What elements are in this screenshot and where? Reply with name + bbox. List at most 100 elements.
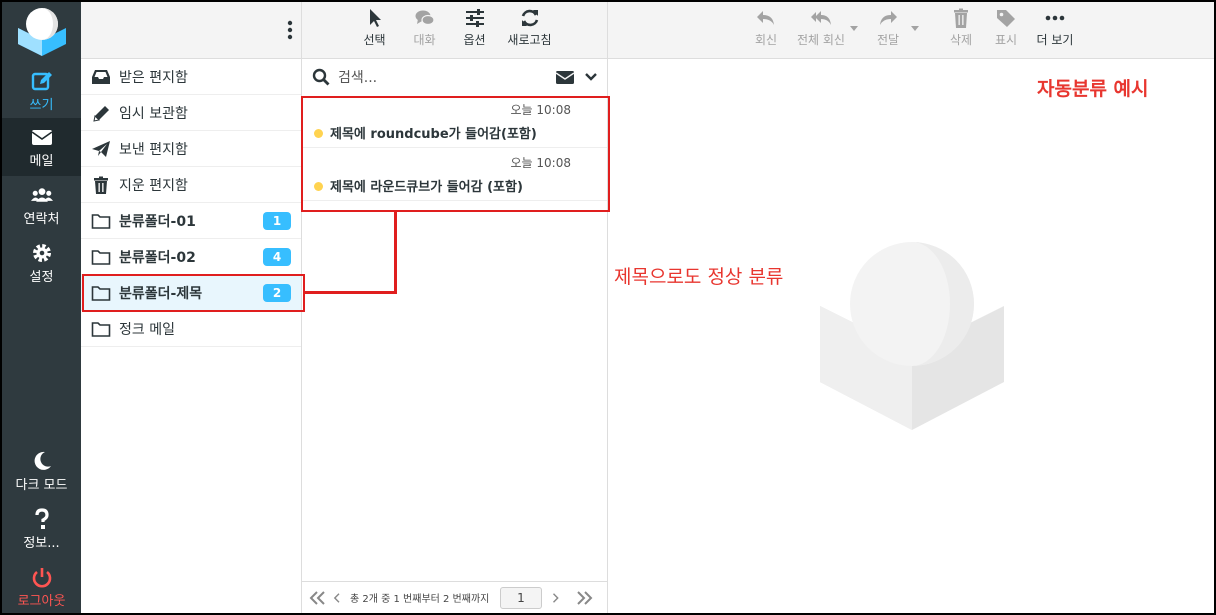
unread-count-badge: 1 xyxy=(263,211,291,230)
nav-settings-label: 설정 xyxy=(29,270,54,285)
pencil-icon xyxy=(93,105,109,122)
nav-about[interactable]: 정보... xyxy=(2,500,81,558)
folder-junk[interactable]: 정크 메일 xyxy=(81,311,301,347)
refresh-button[interactable]: 새로고침 xyxy=(502,2,558,58)
folder-drafts[interactable]: 임시 보관함 xyxy=(81,95,301,131)
reply-all-label: 전체 회신 xyxy=(797,33,845,47)
mark-button[interactable]: 표시 xyxy=(990,8,1022,48)
moon-icon xyxy=(34,451,51,470)
list-pager: 총 2개 중 1 번째부터 2 번째까지 1 xyxy=(302,581,607,613)
more-vertical-icon[interactable] xyxy=(287,20,293,40)
list-toolbar: 선택 대화 옵션 새로고침 xyxy=(302,2,607,59)
nav-logout-label: 로그아웃 xyxy=(17,594,66,609)
message-toolbar: 회신 전체 회신 전달 삭제 표시 더 보기 xyxy=(608,2,1214,59)
nav-compose[interactable]: 쓰기 xyxy=(2,62,81,120)
roundcube-logo-icon[interactable] xyxy=(16,6,68,58)
forward-dropdown-icon[interactable] xyxy=(911,26,919,31)
annotation-box-folder xyxy=(82,274,305,312)
refresh-label: 새로고침 xyxy=(507,33,552,47)
trash-icon xyxy=(94,176,108,194)
folder-label: 임시 보관함 xyxy=(119,105,188,122)
folder-inbox[interactable]: 받은 편지함 xyxy=(81,59,301,95)
app-window: 쓰기 메일 연락처 설정 다크 모드 정보... 로그아웃 받은 편지함 임시 … xyxy=(0,0,1216,615)
reply-all-dropdown-icon[interactable] xyxy=(850,26,858,31)
threads-label: 대화 xyxy=(413,33,436,47)
more-horizontal-icon xyxy=(1045,15,1065,21)
nav-about-label: 정보... xyxy=(23,536,60,551)
folder-icon xyxy=(91,213,111,229)
annotation-title: 자동분류 예시 xyxy=(1037,78,1149,100)
folder-icon xyxy=(91,249,111,265)
threads-button[interactable]: 대화 xyxy=(402,2,448,58)
envelope-filter-icon[interactable] xyxy=(555,69,575,85)
unread-count-badge: 4 xyxy=(263,247,291,266)
reply-label: 회신 xyxy=(754,33,778,47)
comments-icon xyxy=(415,10,435,26)
folder-icon xyxy=(91,321,111,337)
nav-mail-label: 메일 xyxy=(29,154,54,169)
folder-custom-02[interactable]: 분류폴더-02 4 xyxy=(81,239,301,275)
first-page-icon[interactable] xyxy=(308,590,328,606)
annotation-connector xyxy=(304,291,396,294)
message-list-pane: 선택 대화 옵션 새로고침 검색... 오늘 10:08 제목에 roundcu… xyxy=(302,2,608,613)
forward-label: 전달 xyxy=(876,33,900,47)
nav-contacts-label: 연락처 xyxy=(23,212,60,227)
search-icon xyxy=(312,68,330,86)
tag-icon xyxy=(997,10,1015,27)
folder-sent[interactable]: 보낸 편지함 xyxy=(81,131,301,167)
users-icon xyxy=(30,188,53,202)
select-label: 선택 xyxy=(363,33,386,47)
folder-trash[interactable]: 지운 편지함 xyxy=(81,167,301,203)
nav-logout[interactable]: 로그아웃 xyxy=(2,558,81,613)
folder-label: 정크 메일 xyxy=(119,321,175,338)
folder-label: 보낸 편지함 xyxy=(119,141,188,158)
sliders-icon xyxy=(465,9,484,27)
compose-icon xyxy=(31,72,52,91)
nav-dark-mode-label: 다크 모드 xyxy=(15,478,68,493)
forward-button[interactable]: 전달 xyxy=(870,8,906,48)
refresh-icon xyxy=(521,9,538,27)
options-label: 옵션 xyxy=(463,33,486,47)
nav-mail[interactable]: 메일 xyxy=(2,118,81,176)
mark-label: 표시 xyxy=(994,33,1018,47)
cursor-arrow-icon xyxy=(369,9,381,27)
reply-button[interactable]: 회신 xyxy=(746,8,786,48)
main-navigation: 쓰기 메일 연락처 설정 다크 모드 정보... 로그아웃 xyxy=(2,2,81,613)
delete-button[interactable]: 삭제 xyxy=(944,8,978,48)
reply-all-icon xyxy=(811,11,831,25)
more-button[interactable]: 더 보기 xyxy=(1032,8,1078,48)
options-button[interactable]: 옵션 xyxy=(452,2,498,58)
chevron-down-icon[interactable] xyxy=(585,72,597,82)
pager-info: 총 2개 중 1 번째부터 2 번째까지 xyxy=(350,594,490,605)
annotation-box-messages xyxy=(301,96,610,212)
folder-custom-01[interactable]: 분류폴더-01 1 xyxy=(81,203,301,239)
annotation-connector xyxy=(394,211,397,294)
previous-page-icon[interactable] xyxy=(332,590,346,606)
paper-plane-icon xyxy=(92,140,110,157)
gear-icon xyxy=(32,244,51,262)
annotation-note: 제목으로도 정상 분류 xyxy=(614,266,784,288)
nav-settings[interactable]: 설정 xyxy=(2,234,81,292)
last-page-icon[interactable] xyxy=(574,590,594,606)
select-button[interactable]: 선택 xyxy=(352,2,398,58)
trash-icon xyxy=(954,8,968,28)
search-bar[interactable]: 검색... xyxy=(302,59,607,95)
nav-dark-mode[interactable]: 다크 모드 xyxy=(2,442,81,500)
folder-label: 지운 편지함 xyxy=(119,177,188,194)
forward-icon xyxy=(880,11,897,25)
search-input[interactable]: 검색... xyxy=(338,67,555,87)
page-number-input[interactable]: 1 xyxy=(500,586,542,609)
nav-contacts[interactable]: 연락처 xyxy=(2,176,81,234)
folder-label: 분류폴더-02 xyxy=(119,249,196,266)
folder-label: 받은 편지함 xyxy=(119,69,188,86)
power-icon xyxy=(32,568,51,588)
reply-icon xyxy=(757,11,774,25)
envelope-icon xyxy=(31,130,52,145)
roundcube-watermark-icon xyxy=(820,242,1004,430)
reply-all-button[interactable]: 전체 회신 xyxy=(790,8,852,48)
folder-label: 분류폴더-01 xyxy=(119,213,196,230)
folder-pane-header xyxy=(81,2,301,59)
question-icon xyxy=(34,508,49,529)
next-page-icon[interactable] xyxy=(550,590,564,606)
inbox-icon xyxy=(92,69,110,84)
